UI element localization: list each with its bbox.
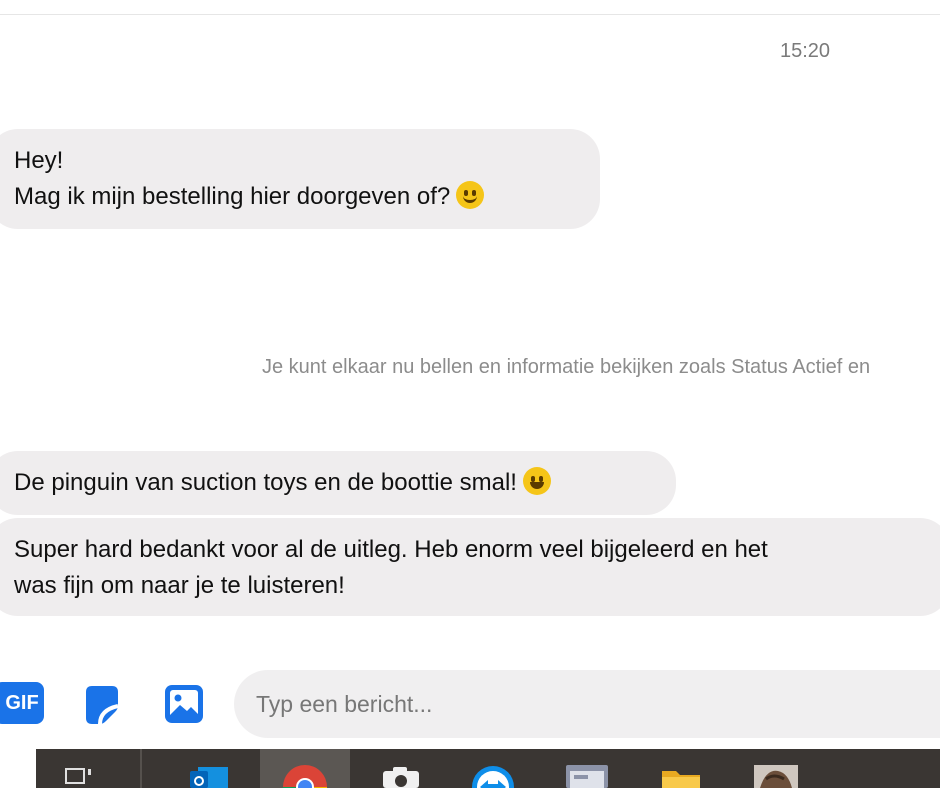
system-message: Je kunt elkaar nu bellen en informatie b… — [262, 356, 871, 378]
taskbar — [0, 749, 940, 793]
task-view-icon — [65, 768, 91, 784]
chrome-icon — [283, 765, 327, 793]
message-bubble[interactable]: De pinguin van suction toys en de bootti… — [0, 451, 676, 515]
image-icon — [165, 685, 203, 723]
app-window-icon — [566, 765, 608, 788]
sticker-button[interactable] — [80, 682, 124, 726]
file-explorer-button[interactable] — [658, 749, 704, 788]
message-text-line: was fijn om naar je te luisteren! — [14, 572, 345, 599]
message-text-line: Super hard bedankt voor al de uitleg. He… — [14, 536, 768, 563]
photo-app-button[interactable] — [752, 749, 800, 788]
gif-button[interactable]: GIF — [0, 682, 44, 724]
app-window-button[interactable] — [562, 749, 612, 788]
taskbar-search-edge — [0, 749, 36, 788]
grinning-face-icon — [522, 467, 551, 495]
message-bubble[interactable]: Hey! Mag ik mijn bestelling hier doorgev… — [0, 129, 600, 229]
message-bubble[interactable]: Super hard bedankt voor al de uitleg. He… — [0, 518, 940, 616]
teamviewer-icon — [472, 766, 514, 793]
message-timestamp: 15:20 — [780, 40, 831, 62]
message-input[interactable] — [234, 670, 940, 738]
teamviewer-button[interactable] — [470, 749, 516, 793]
message-text-line: Mag ik mijn bestelling hier doorgeven of… — [14, 183, 451, 210]
outlook-icon — [190, 767, 228, 788]
camera-button[interactable] — [378, 749, 424, 788]
photo-button[interactable] — [162, 682, 206, 726]
photo-app-icon — [754, 765, 798, 788]
header-divider — [0, 14, 940, 15]
file-explorer-icon — [662, 771, 700, 788]
gif-label: GIF — [5, 691, 39, 714]
message-text-line: Hey! — [14, 147, 64, 174]
chrome-button[interactable] — [260, 749, 350, 793]
outlook-button[interactable] — [186, 749, 232, 788]
message-text-line: De pinguin van suction toys en de bootti… — [14, 469, 517, 496]
camera-icon — [383, 767, 419, 788]
task-view-button[interactable] — [60, 749, 100, 788]
taskbar-divider — [140, 749, 142, 788]
sticker-icon — [86, 686, 119, 725]
slightly-smiling-face-icon — [456, 181, 485, 209]
